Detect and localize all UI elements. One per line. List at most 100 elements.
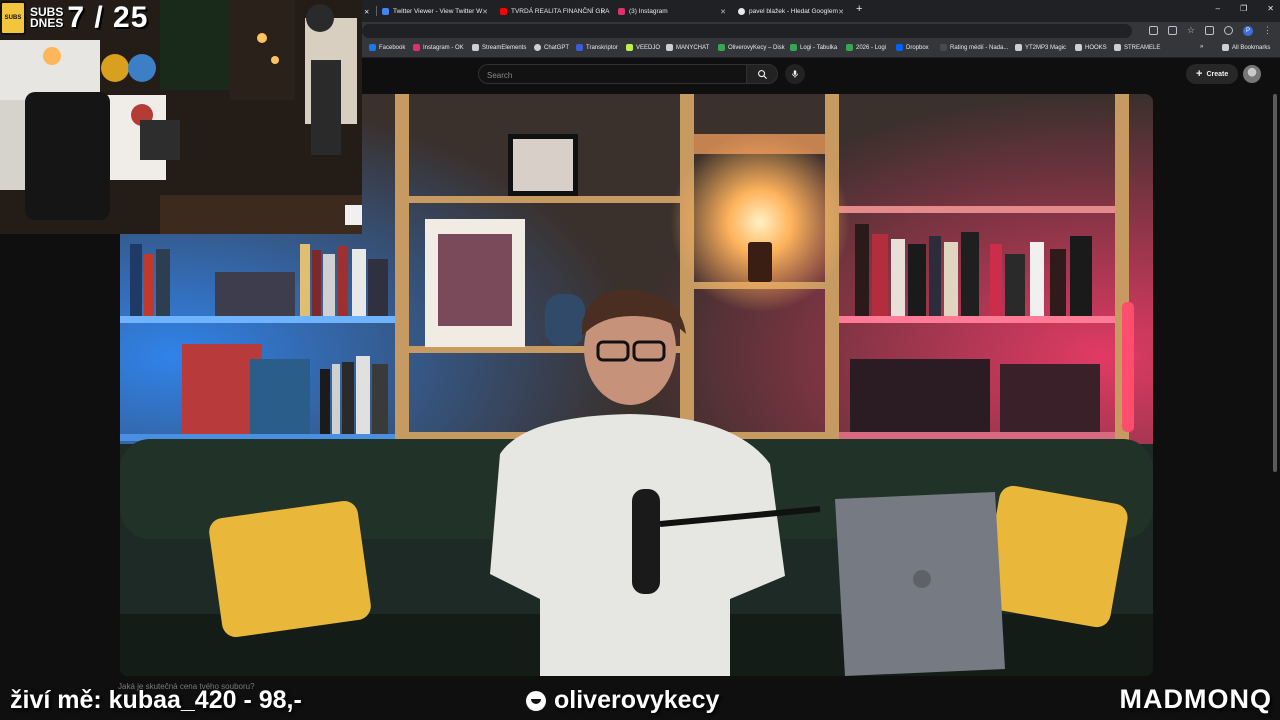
drive-icon <box>718 44 725 51</box>
dropbox-icon <box>896 44 903 51</box>
bookmark-chatgpt[interactable]: ChatGPT <box>534 44 569 51</box>
plus-icon: + <box>856 3 863 15</box>
close-icon[interactable]: ✕ <box>600 8 606 16</box>
tab-label: Twitter Viewer - View Twitter W <box>393 8 483 15</box>
tab-twitter-viewer[interactable]: Twitter Viewer - View Twitter W ✕ <box>382 3 492 20</box>
tab-tvrda-realita[interactable]: TVRDÁ REALITA FINANČNÍ GRA ✕ <box>500 3 610 20</box>
bookmark-label: Rating médií - Nada... <box>950 44 1009 51</box>
bookmark-yt2mp3[interactable]: YT2MP3 Magic <box>1015 44 1066 51</box>
bookmark-label: 2026 - Logi <box>856 44 887 51</box>
bookmark-instagram[interactable]: Instagram - OK <box>413 44 464 51</box>
sheets-icon <box>846 44 853 51</box>
close-window-icon[interactable]: ✕ <box>1267 4 1274 13</box>
tab-label: (3) Instagram <box>629 8 668 15</box>
bookmark-label: Dropbox <box>906 44 929 51</box>
smiley-logo-icon <box>526 690 546 711</box>
close-icon[interactable]: ✕ <box>838 8 844 16</box>
tab-close-partial[interactable]: ✕ <box>364 3 374 20</box>
bookmark-label: Facebook <box>379 44 406 51</box>
bookmark-veedjo[interactable]: VEEDJO <box>626 44 660 51</box>
close-icon[interactable]: ✕ <box>482 8 488 16</box>
bookmark-dropbox[interactable]: Dropbox <box>896 44 929 51</box>
profile-avatar[interactable]: P <box>1243 25 1253 36</box>
sponsor-logo: MADMONQ <box>1119 684 1272 714</box>
search-icon <box>757 69 767 79</box>
veed-icon <box>626 44 633 51</box>
stream-screen: ✕ Twitter Viewer - View Twitter W ✕ TVRD… <box>0 0 1280 720</box>
bookmark-label: All Bookmarks <box>1232 44 1271 51</box>
toolbar-icons: ☆ P ⋮ <box>1148 25 1272 36</box>
restore-icon[interactable]: ❐ <box>1240 4 1247 13</box>
bookmark-label: ChatGPT <box>544 44 570 51</box>
subs-label-line-2: DNES <box>30 16 64 30</box>
more-bookmarks-button[interactable]: » <box>1200 44 1203 50</box>
bookmark-label: Logi - Tabulka <box>800 44 838 51</box>
sidebar-icon[interactable] <box>1224 26 1233 35</box>
plus-icon: + <box>1196 67 1203 80</box>
all-bookmarks[interactable]: All Bookmarks <box>1222 44 1270 51</box>
bookmark-streamelements[interactable]: StreamElements <box>472 44 526 51</box>
sheets-icon <box>790 44 797 51</box>
translate-icon[interactable] <box>1148 26 1158 35</box>
search-box[interactable] <box>478 64 746 85</box>
tab-separator <box>376 6 377 16</box>
yt2mp3-icon <box>1015 44 1022 51</box>
bookmark-label: MANYCHAT <box>676 44 710 51</box>
tab-label: pavel blažek - Hledat Googlem <box>749 8 838 15</box>
bookmark-logi-tabulka[interactable]: Logi - Tabulka <box>790 44 837 51</box>
subs-logo: SUBS <box>0 1 26 35</box>
search-button[interactable] <box>746 64 778 84</box>
bookmark-facebook[interactable]: Facebook <box>369 44 405 51</box>
create-button[interactable]: + Create <box>1186 64 1239 84</box>
page-icon <box>940 44 947 51</box>
google-favicon-icon <box>738 8 745 15</box>
menu-kebab-icon[interactable]: ⋮ <box>1263 25 1272 36</box>
chatgpt-icon <box>534 44 541 51</box>
channel-name: oliverovykecy <box>554 686 720 714</box>
address-bar[interactable] <box>362 24 1132 38</box>
instagram-favicon-icon <box>618 8 625 15</box>
bookmark-label: HOOKS <box>1085 44 1107 51</box>
extensions-icon[interactable] <box>1205 26 1214 35</box>
subs-today-counter: SUBS SUBS DNES 7 / 25 <box>0 0 148 36</box>
create-label: Create <box>1206 70 1229 78</box>
cast-icon[interactable] <box>1167 26 1177 35</box>
new-tab-button[interactable]: + <box>856 3 862 15</box>
tab-label: TVRDÁ REALITA FINANČNÍ GRA <box>511 8 610 15</box>
manychat-icon <box>666 44 673 51</box>
subs-label: SUBS DNES <box>30 6 64 30</box>
bookmark-label: VEEDJO <box>636 44 661 51</box>
bookmark-streamele[interactable]: STREAMELE <box>1114 44 1160 51</box>
close-icon[interactable]: ✕ <box>720 8 726 16</box>
top-donor-text: živí mě: kubaa_420 - 98,- <box>10 686 302 714</box>
page-scrollbar[interactable] <box>1273 94 1277 472</box>
streamelements-icon <box>472 44 479 51</box>
bookmark-label: OliverovyKecy – Disk <box>728 44 785 51</box>
bookmark-label: Transkriptor <box>586 44 618 51</box>
voice-search-button[interactable] <box>785 64 805 84</box>
subs-count: 7 / 25 <box>67 1 149 34</box>
bookmark-transkriptor[interactable]: Transkriptor <box>576 44 618 51</box>
folder-icon <box>1222 44 1229 51</box>
bookmark-label: Instagram - OK <box>423 44 464 51</box>
bookmark-manychat[interactable]: MANYCHAT <box>666 44 709 51</box>
bookmark-2026-logi[interactable]: 2026 - Logi <box>846 44 886 51</box>
youtube-favicon-icon <box>500 8 507 15</box>
bookmark-label: STREAMELE <box>1124 44 1161 51</box>
folder-icon <box>1114 44 1121 51</box>
bookmark-label: YT2MP3 Magic <box>1025 44 1067 51</box>
bookmark-oliverovykecy-disk[interactable]: OliverovyKecy – Disk <box>718 44 785 51</box>
minimize-icon[interactable]: – <box>1216 4 1220 13</box>
star-icon[interactable]: ☆ <box>1187 25 1195 36</box>
close-icon[interactable]: ✕ <box>364 8 369 16</box>
tab-google-search[interactable]: pavel blažek - Hledat Googlem ✕ <box>738 3 848 20</box>
search-input[interactable] <box>479 66 746 85</box>
tab-instagram[interactable]: (3) Instagram ✕ <box>618 3 730 20</box>
folder-icon <box>1075 44 1082 51</box>
bookmark-label: StreamElements <box>482 44 527 51</box>
webcam-overlay: SUBS SUBS DNES 7 / 25 <box>0 0 362 234</box>
account-avatar[interactable] <box>1243 65 1261 83</box>
bookmark-hooks[interactable]: HOOKS <box>1075 44 1107 51</box>
window-controls: – ❐ ✕ <box>1216 4 1274 13</box>
bookmark-rating-medii[interactable]: Rating médií - Nada... <box>940 44 1008 51</box>
